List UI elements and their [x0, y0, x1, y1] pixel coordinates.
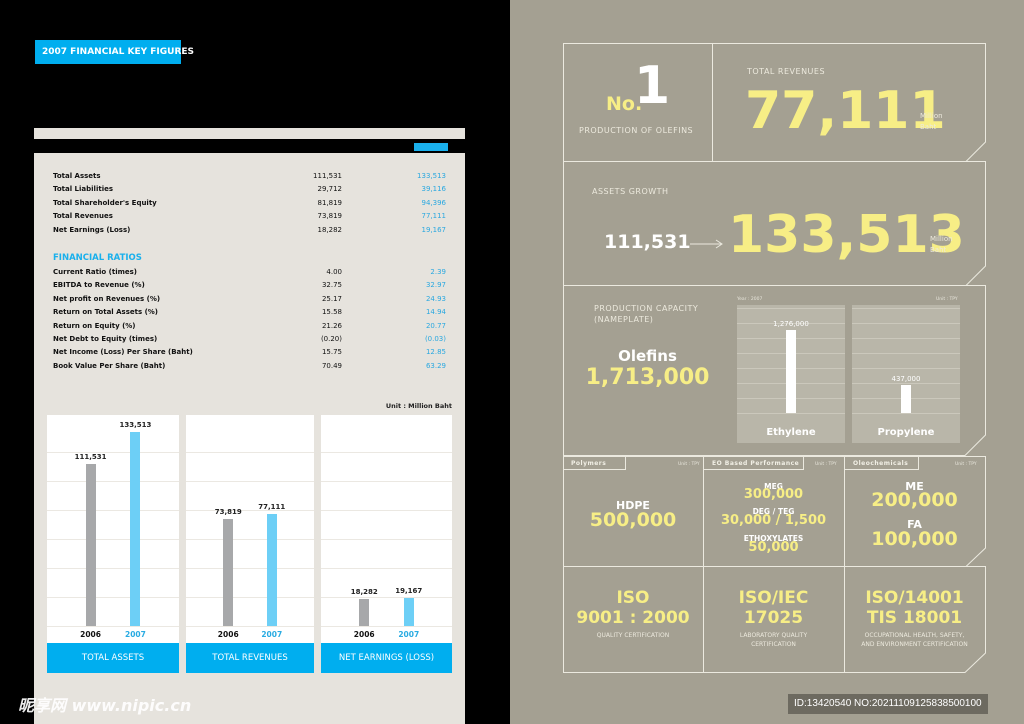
assets-unit-baht: Baht: [930, 246, 947, 254]
gridline: [737, 308, 845, 309]
cert-line2: 9001 : 2000: [576, 608, 690, 628]
revenues-caption: TOTAL REVENUES: [747, 67, 826, 76]
deg-teg-value: 30,000 / 1,500: [720, 513, 827, 528]
cert-line1: ISO/14001: [865, 588, 964, 608]
meg-value: 300,000: [743, 487, 804, 502]
capacity-year-label: Year : 2007: [737, 297, 763, 302]
capacity-caption-1: PRODUCTION CAPACITY: [594, 304, 699, 313]
olefins-value: 1,713,000: [585, 365, 710, 390]
capacity-unit-label: Unit : TPY: [936, 297, 958, 302]
cert-line1: ISO: [616, 588, 650, 608]
category-label: Ethylene: [766, 427, 816, 438]
rank-caption: PRODUCTION OF OLEFINS: [579, 126, 694, 135]
cert-desc-2: AND ENVIRONMENT CERTIFICATION: [861, 641, 968, 648]
bar-value-label: 437,000: [891, 374, 921, 383]
cert-desc-2: CERTIFICATION: [751, 641, 796, 648]
cert-desc-1: QUALITY CERTIFICATION: [596, 632, 670, 639]
bar-ethylene: [786, 330, 796, 413]
ethoxylates-value: 50,000: [748, 540, 799, 555]
assets-caption: ASSETS GROWTH: [592, 187, 669, 196]
gridline: [852, 323, 960, 324]
image-id-box: ID:13420540 NO:20211109125838500100: [788, 694, 988, 714]
polymers-unit: Unit : TPY: [678, 462, 700, 467]
gridline: [737, 413, 845, 414]
gridline: [852, 353, 960, 354]
cert-line1: ISO/IEC: [738, 588, 809, 608]
eo-unit: Unit : TPY: [815, 462, 837, 467]
assets-unit-million: Million: [930, 235, 953, 243]
me-value: 200,000: [871, 489, 958, 511]
gridline: [852, 308, 960, 309]
cert-desc-1: LABORATORY QUALITY: [739, 632, 808, 639]
hdpe-value: 500,000: [589, 509, 677, 531]
assets-from: 111,531: [604, 231, 691, 253]
cert-line2: 17025: [743, 608, 804, 628]
revenues-unit-baht: Baht: [920, 123, 937, 131]
revenues-unit-million: Million: [920, 112, 943, 120]
bar-value-label: 1,276,000: [773, 320, 809, 328]
eo-tag: EO Based Performance: [712, 460, 800, 467]
olefins-label: Olefins: [618, 347, 677, 365]
revenues-value: 77,111: [745, 81, 946, 141]
gridline: [852, 338, 960, 339]
gridline: [852, 368, 960, 369]
capacity-caption-2: (NAMEPLATE): [594, 315, 654, 324]
fa-value: 100,000: [871, 528, 958, 550]
oleochemicals-tag: Oleochemicals: [853, 460, 909, 467]
rank-number: 1: [634, 56, 671, 116]
gridline: [852, 413, 960, 414]
cert-line2: TIS 18001: [866, 608, 963, 628]
bar-propylene: [901, 384, 911, 413]
cert-desc-1: OCCUPATIONAL HEALTH, SAFETY,: [864, 632, 965, 639]
category-label: Propylene: [877, 427, 935, 438]
polymers-tag: Polymers: [571, 460, 607, 467]
oleochemicals-unit: Unit : TPY: [955, 462, 977, 467]
